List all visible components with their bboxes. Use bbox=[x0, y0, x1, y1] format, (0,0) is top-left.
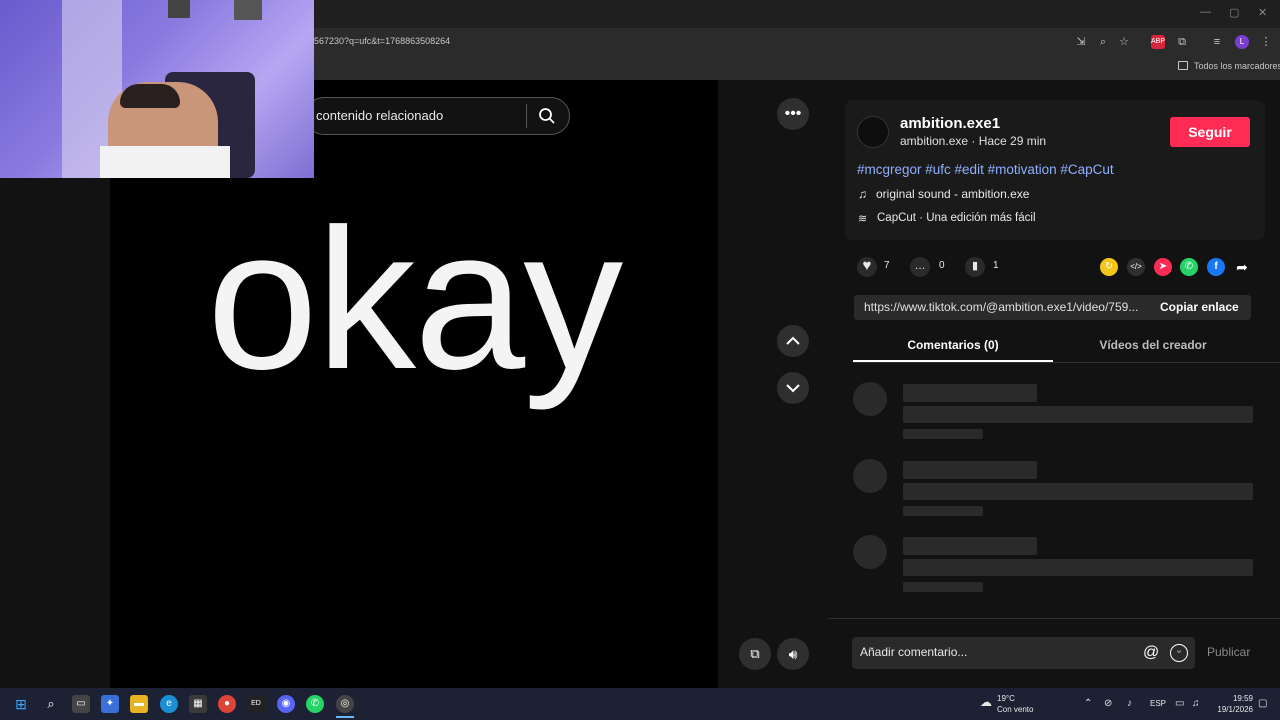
mini-player-icon[interactable]: ⧉ bbox=[739, 638, 771, 670]
speaker-icon[interactable]: ♫ bbox=[1192, 698, 1200, 709]
tab-active-indicator bbox=[853, 360, 1053, 362]
embed-icon[interactable]: </> bbox=[1127, 258, 1145, 276]
tray-chevron-icon[interactable]: ⌃ bbox=[1084, 698, 1092, 709]
skeleton-avatar bbox=[853, 535, 887, 569]
url-text[interactable]: 567230?q=ufc&t=1768863508264 bbox=[314, 36, 450, 46]
repost-icon[interactable]: ↻ bbox=[1100, 258, 1118, 276]
store-icon[interactable]: ▦ bbox=[189, 695, 207, 713]
mic-icon[interactable]: ♪ bbox=[1127, 698, 1132, 709]
file-explorer-icon[interactable]: ▬ bbox=[130, 695, 148, 713]
whatsapp-taskbar-icon[interactable]: ✆ bbox=[306, 695, 324, 713]
comment-count: 0 bbox=[939, 260, 945, 271]
streamer-hair bbox=[120, 84, 180, 108]
bookmark-icon[interactable]: ▮ bbox=[965, 257, 985, 277]
facebook-icon[interactable]: f bbox=[1207, 258, 1225, 276]
capture-icon[interactable]: ◎ bbox=[336, 695, 354, 713]
skeleton-line bbox=[903, 384, 1037, 402]
at-icon[interactable]: @ bbox=[1143, 644, 1159, 662]
chevron-down-icon[interactable] bbox=[777, 372, 809, 404]
volume-icon[interactable]: 🔊︎ bbox=[777, 638, 809, 670]
skeleton-line bbox=[903, 559, 1253, 576]
nav-column bbox=[718, 80, 828, 688]
search-icon[interactable] bbox=[538, 107, 556, 125]
emoji-icon[interactable]: ᵕ bbox=[1170, 644, 1188, 662]
like-count: 7 bbox=[884, 260, 890, 271]
avatar[interactable] bbox=[857, 116, 889, 148]
save-count: 1 bbox=[993, 260, 999, 271]
language-indicator[interactable]: ESP bbox=[1150, 699, 1166, 708]
star-icon[interactable]: ☆ bbox=[1117, 35, 1131, 49]
clock-date[interactable]: 19/1/2026 bbox=[1210, 705, 1253, 714]
copy-link-button[interactable]: Copiar enlace bbox=[1160, 300, 1239, 314]
publish-button[interactable]: Publicar bbox=[1207, 645, 1250, 659]
active-app-indicator bbox=[336, 716, 354, 718]
tab-creator-videos[interactable]: Vídeos del creador bbox=[1053, 338, 1253, 352]
comment-divider bbox=[828, 618, 1280, 619]
hashtags[interactable]: #mcgregor #ufc #edit #motivation #CapCut bbox=[857, 162, 1114, 177]
search-input[interactable]: contenido relacionado bbox=[316, 108, 443, 123]
follow-button[interactable]: Seguir bbox=[1170, 117, 1250, 147]
menu-icon[interactable]: ⋮ bbox=[1259, 35, 1273, 49]
share-arrow-icon[interactable]: ➦ bbox=[1233, 258, 1251, 276]
whatsapp-icon[interactable]: ✆ bbox=[1180, 258, 1198, 276]
heart-icon[interactable]: ♥ bbox=[857, 257, 877, 277]
video-link[interactable]: https://www.tiktok.com/@ambition.exe1/vi… bbox=[864, 300, 1138, 314]
comment-icon[interactable]: … bbox=[910, 257, 930, 277]
skeleton-line bbox=[903, 461, 1037, 479]
skeleton-line bbox=[903, 406, 1253, 423]
music-note-icon: ♫ bbox=[858, 187, 867, 201]
windows-start-icon[interactable]: ⊞ bbox=[12, 695, 30, 713]
search-divider bbox=[526, 104, 527, 128]
profile-avatar[interactable]: L bbox=[1235, 35, 1249, 49]
monitor-icon[interactable]: ▭ bbox=[1175, 698, 1184, 709]
skeleton-line bbox=[903, 483, 1253, 500]
taskbar-search-icon[interactable]: ⌕ bbox=[42, 695, 60, 713]
edge-icon[interactable]: e bbox=[160, 695, 178, 713]
adblock-icon[interactable]: ABP bbox=[1151, 35, 1165, 49]
tab-divider bbox=[853, 362, 1280, 363]
comment-input[interactable]: Añadir comentario... bbox=[860, 645, 967, 659]
streamer-shirt bbox=[100, 146, 230, 178]
discord-icon[interactable]: ◉ bbox=[277, 695, 295, 713]
weather-temp[interactable]: 19°C bbox=[997, 694, 1015, 703]
weather-icon[interactable]: ☁ bbox=[980, 695, 992, 709]
skeleton-line bbox=[903, 582, 983, 592]
copilot-icon[interactable]: ✦ bbox=[101, 695, 119, 713]
zoom-icon[interactable]: ⌕ bbox=[1096, 35, 1110, 49]
skeleton-avatar bbox=[853, 459, 887, 493]
minimize-icon[interactable]: — bbox=[1200, 6, 1211, 18]
clock-time[interactable]: 19:59 bbox=[1219, 694, 1253, 703]
skeleton-avatar bbox=[853, 382, 887, 416]
user-subline: ambition.exe · Hace 29 min bbox=[900, 134, 1047, 148]
tab-comments[interactable]: Comentarios (0) bbox=[853, 338, 1053, 352]
webcam-overlay bbox=[0, 0, 314, 178]
chevron-up-icon[interactable] bbox=[777, 325, 809, 357]
extensions-icon[interactable]: ⧉ bbox=[1175, 35, 1189, 49]
username[interactable]: ambition.exe1 bbox=[900, 115, 1000, 132]
install-app-icon[interactable]: ⇲ bbox=[1074, 35, 1088, 49]
capcut-link[interactable]: CapCut · Una edición más fácil bbox=[877, 212, 1036, 224]
webcam-frame bbox=[234, 0, 262, 20]
task-view-icon[interactable]: ▭ bbox=[72, 695, 90, 713]
skeleton-line bbox=[903, 537, 1037, 555]
capcut-icon: ≋ bbox=[858, 213, 868, 225]
skeleton-line bbox=[903, 429, 983, 439]
skeleton-line bbox=[903, 506, 983, 516]
network-off-icon[interactable]: ⊘ bbox=[1104, 698, 1112, 709]
more-icon[interactable]: ••• bbox=[777, 98, 809, 130]
notification-icon[interactable]: ▢ bbox=[1258, 698, 1267, 709]
maximize-icon[interactable]: ▢ bbox=[1229, 6, 1239, 19]
media-icon[interactable]: ≡ bbox=[1210, 35, 1224, 49]
obs-icon[interactable]: ED bbox=[247, 695, 265, 713]
sound-link[interactable]: original sound - ambition.exe bbox=[876, 187, 1029, 201]
video-caption-text: okay bbox=[206, 188, 623, 411]
send-icon[interactable]: ➤ bbox=[1154, 258, 1172, 276]
folder-icon bbox=[1178, 61, 1188, 70]
weather-desc[interactable]: Con vento bbox=[997, 705, 1033, 714]
chrome-icon[interactable]: ● bbox=[218, 695, 236, 713]
close-icon[interactable]: ✕ bbox=[1258, 6, 1267, 19]
webcam-frame bbox=[168, 0, 190, 18]
all-bookmarks[interactable]: Todos los marcadores bbox=[1194, 61, 1280, 71]
